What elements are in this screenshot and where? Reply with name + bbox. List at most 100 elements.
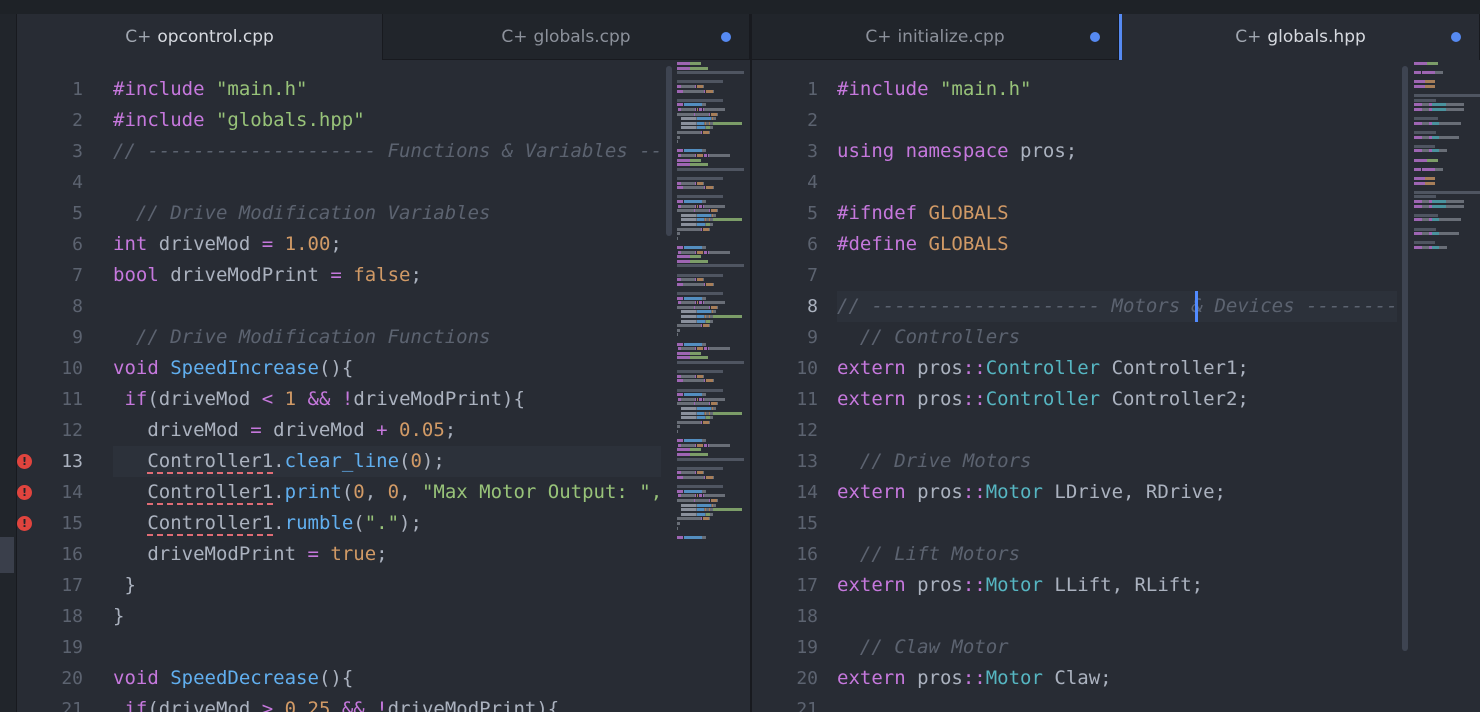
code-line[interactable]: #ifndef GLOBALS bbox=[837, 198, 1397, 229]
line-number[interactable]: 6 bbox=[17, 229, 83, 260]
line-number[interactable]: 9 bbox=[752, 322, 818, 353]
code-line[interactable]: int driveMod = 1.00; bbox=[113, 229, 661, 260]
line-number[interactable]: 19 bbox=[17, 632, 83, 663]
code-line[interactable]: driveModPrint = true; bbox=[113, 539, 661, 570]
line-number[interactable]: 2 bbox=[752, 105, 818, 136]
line-number[interactable]: 4 bbox=[17, 167, 83, 198]
code-line[interactable]: } bbox=[113, 601, 661, 632]
code-line[interactable]: // Drive Motors bbox=[837, 446, 1397, 477]
line-number[interactable]: 8 bbox=[752, 291, 818, 322]
line-number[interactable]: 8 bbox=[17, 291, 83, 322]
code-line[interactable] bbox=[113, 167, 661, 198]
line-number[interactable]: 18 bbox=[17, 601, 83, 632]
code-line[interactable] bbox=[837, 260, 1397, 291]
minimap-line bbox=[681, 218, 696, 222]
code-line[interactable] bbox=[837, 167, 1397, 198]
code-line[interactable] bbox=[837, 415, 1397, 446]
line-number[interactable]: 2 bbox=[17, 105, 83, 136]
line-number[interactable]: 10 bbox=[752, 353, 818, 384]
code-line[interactable]: extern pros::Motor LDrive, RDrive; bbox=[837, 477, 1397, 508]
minimap[interactable] bbox=[675, 60, 750, 540]
line-number[interactable]: 17 bbox=[752, 570, 818, 601]
code-line[interactable] bbox=[837, 105, 1397, 136]
code-line[interactable] bbox=[113, 291, 661, 322]
code-line[interactable]: extern pros::Motor LLift, RLift; bbox=[837, 570, 1397, 601]
code-line[interactable]: // Lift Motors bbox=[837, 539, 1397, 570]
line-number[interactable]: 14 bbox=[752, 477, 818, 508]
tab-globals-cpp[interactable]: C+ globals.cpp bbox=[383, 14, 750, 60]
error-icon[interactable]: ! bbox=[17, 485, 32, 500]
line-number[interactable]: 1 bbox=[17, 74, 83, 105]
line-number[interactable]: 10 bbox=[17, 353, 83, 384]
line-number[interactable]: 11 bbox=[752, 384, 818, 415]
line-number[interactable]: 19 bbox=[752, 632, 818, 663]
tab-opcontrol-cpp[interactable]: C+ opcontrol.cpp bbox=[17, 14, 383, 60]
line-number[interactable]: 3 bbox=[17, 136, 83, 167]
dock-handle[interactable] bbox=[0, 537, 14, 573]
line-number[interactable]: 20 bbox=[752, 663, 818, 694]
code-line[interactable]: // -------------------- Functions & Vari… bbox=[113, 136, 662, 167]
code-line[interactable]: #define GLOBALS bbox=[837, 229, 1397, 260]
code-line[interactable]: // Drive Modification Variables bbox=[113, 198, 661, 229]
tab-globals-hpp[interactable]: C+ globals.hpp bbox=[1119, 14, 1480, 60]
minimap-line bbox=[697, 204, 698, 208]
vertical-scrollbar[interactable] bbox=[666, 66, 672, 236]
code-line[interactable]: extern pros::Controller Controller1; bbox=[837, 353, 1397, 384]
line-number[interactable]: 9 bbox=[17, 322, 83, 353]
line-number[interactable]: 21 bbox=[17, 694, 83, 712]
code-line[interactable]: } bbox=[113, 570, 661, 601]
code-line[interactable]: void SpeedIncrease(){ bbox=[113, 353, 661, 384]
line-number[interactable]: 11 bbox=[17, 384, 83, 415]
line-number[interactable]: 4 bbox=[752, 167, 818, 198]
code-line[interactable]: // Drive Modification Functions bbox=[113, 322, 661, 353]
line-number[interactable]: 15 bbox=[752, 508, 818, 539]
modified-indicator-icon[interactable] bbox=[721, 32, 731, 42]
code-line[interactable]: // -------------------- Motors & Devices… bbox=[837, 291, 1398, 322]
line-number[interactable]: 13 bbox=[752, 446, 818, 477]
tab-initialize-cpp[interactable]: C+ initialize.cpp bbox=[752, 14, 1119, 60]
line-number[interactable]: 12 bbox=[17, 415, 83, 446]
modified-indicator-icon[interactable] bbox=[1451, 32, 1461, 42]
code-line[interactable] bbox=[113, 632, 661, 663]
line-number[interactable]: 21 bbox=[752, 694, 818, 712]
code-line[interactable]: #include "main.h" bbox=[837, 74, 1397, 105]
line-number[interactable]: 5 bbox=[17, 198, 83, 229]
line-number[interactable]: 20 bbox=[17, 663, 83, 694]
line-number[interactable]: 7 bbox=[17, 260, 83, 291]
dock-toggle-area[interactable] bbox=[0, 14, 17, 712]
code-line[interactable]: extern pros::Motor Claw; bbox=[837, 663, 1397, 694]
code-line[interactable]: if(driveMod < 1 && !driveModPrint){ bbox=[113, 384, 661, 415]
code-line[interactable]: Controller1.clear_line(0); bbox=[113, 446, 661, 477]
line-number[interactable]: 5 bbox=[752, 198, 818, 229]
minimap[interactable] bbox=[1412, 60, 1480, 540]
code-line[interactable]: Controller1.print(0, 0, "Max Motor Outpu… bbox=[113, 477, 662, 508]
error-icon[interactable]: ! bbox=[17, 454, 32, 469]
error-icon[interactable]: ! bbox=[17, 516, 32, 531]
line-number[interactable]: 6 bbox=[752, 229, 818, 260]
code-line[interactable]: driveMod = driveMod + 0.05; bbox=[113, 415, 661, 446]
code-line[interactable]: using namespace pros; bbox=[837, 136, 1397, 167]
minimap-line bbox=[697, 503, 711, 507]
line-number[interactable]: 1 bbox=[752, 74, 818, 105]
line-number[interactable]: 17 bbox=[17, 570, 83, 601]
code-line[interactable] bbox=[837, 694, 1397, 712]
code-line[interactable]: #include "globals.hpp" bbox=[113, 105, 661, 136]
code-line[interactable]: Controller1.rumble("."); bbox=[113, 508, 661, 539]
code-line[interactable]: void SpeedDecrease(){ bbox=[113, 663, 661, 694]
code-line[interactable] bbox=[837, 508, 1397, 539]
line-number[interactable]: 12 bbox=[752, 415, 818, 446]
code-line[interactable]: if(driveMod > 0.25 && !driveModPrint){ bbox=[113, 694, 661, 712]
line-number[interactable]: 16 bbox=[17, 539, 83, 570]
code-line[interactable]: // Claw Motor bbox=[837, 632, 1397, 663]
code-line[interactable]: bool driveModPrint = false; bbox=[113, 260, 661, 291]
line-number[interactable]: 16 bbox=[752, 539, 818, 570]
code-line[interactable]: // Controllers bbox=[837, 322, 1397, 353]
line-number[interactable]: 18 bbox=[752, 601, 818, 632]
code-line[interactable] bbox=[837, 601, 1397, 632]
code-line[interactable]: #include "main.h" bbox=[113, 74, 661, 105]
vertical-scrollbar[interactable] bbox=[1402, 66, 1408, 651]
modified-indicator-icon[interactable] bbox=[1090, 32, 1100, 42]
line-number[interactable]: 3 bbox=[752, 136, 818, 167]
line-number[interactable]: 7 bbox=[752, 260, 818, 291]
code-line[interactable]: extern pros::Controller Controller2; bbox=[837, 384, 1397, 415]
